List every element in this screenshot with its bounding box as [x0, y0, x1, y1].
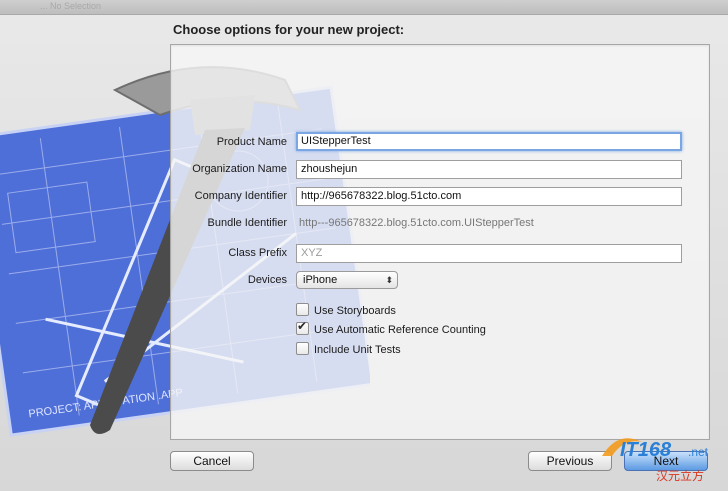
- company-identifier-field[interactable]: http://965678322.blog.51cto.com: [296, 187, 682, 206]
- product-name-field[interactable]: UIStepperTest: [296, 132, 682, 151]
- use-storyboards-label: Use Storyboards: [314, 305, 396, 317]
- organization-name-label: Organization Name: [192, 163, 287, 175]
- svg-text:汉元立方: 汉元立方: [656, 468, 704, 483]
- product-name-label: Product Name: [216, 136, 287, 148]
- include-unit-tests-option[interactable]: Include Unit Tests: [296, 342, 401, 356]
- use-arc-option[interactable]: ✔ Use Automatic Reference Counting: [296, 319, 486, 336]
- cancel-button[interactable]: Cancel: [170, 451, 254, 471]
- window-title: ... No Selection: [40, 1, 102, 11]
- company-identifier-label: Company Identifier: [194, 190, 287, 202]
- include-unit-tests-label: Include Unit Tests: [314, 344, 401, 356]
- checkbox-checked-icon[interactable]: ✔: [296, 319, 309, 335]
- checkmark-icon: ✔: [297, 319, 308, 333]
- it168-watermark-logo: IT168 .net 汉元立方: [602, 438, 709, 483]
- devices-label: Devices: [247, 274, 287, 286]
- devices-value: iPhone: [303, 274, 338, 286]
- class-prefix-field[interactable]: XYZ: [296, 244, 682, 263]
- options-panel: [170, 44, 710, 440]
- class-prefix-label: Class Prefix: [228, 247, 287, 259]
- bundle-identifier-label: Bundle Identifier: [207, 217, 288, 229]
- checkbox-icon[interactable]: [296, 303, 309, 316]
- page-title: Choose options for your new project:: [173, 22, 405, 37]
- svg-text:.net: .net: [688, 445, 709, 459]
- devices-popup[interactable]: iPhone ⬍: [296, 271, 398, 289]
- use-storyboards-option[interactable]: Use Storyboards: [296, 303, 396, 317]
- window-titlebar: ... No Selection: [0, 0, 728, 15]
- popup-arrows-icon: ⬍: [385, 275, 393, 285]
- svg-text:IT168: IT168: [620, 439, 672, 461]
- bundle-identifier-value: http---965678322.blog.51cto.com.UISteppe…: [299, 217, 534, 229]
- organization-name-field[interactable]: zhoushejun: [296, 160, 682, 179]
- use-arc-label: Use Automatic Reference Counting: [314, 324, 486, 336]
- checkbox-icon[interactable]: [296, 342, 309, 355]
